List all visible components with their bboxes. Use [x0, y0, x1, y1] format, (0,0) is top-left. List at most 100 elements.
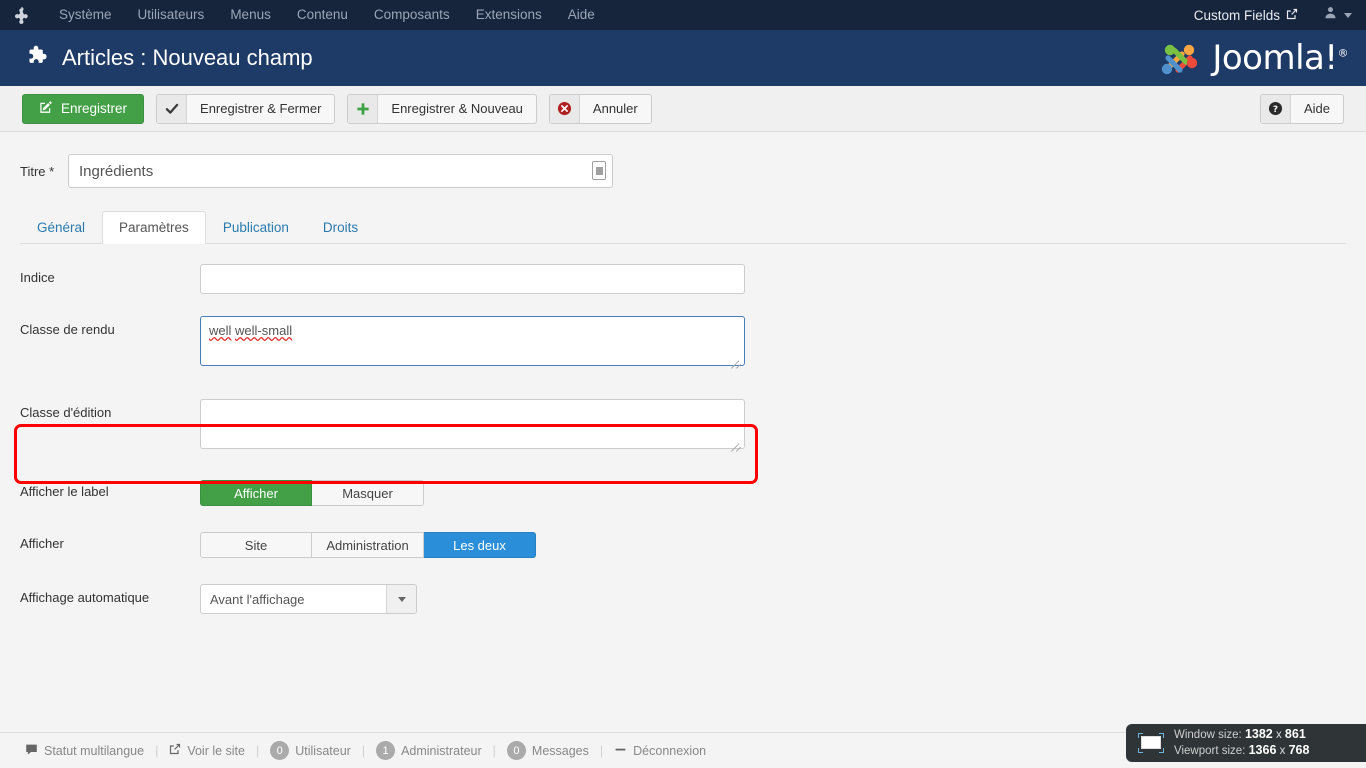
pencil-square-icon — [39, 100, 53, 117]
status-item-statut-multilangue[interactable]: Statut multilangue — [14, 743, 155, 759]
indice-label: Indice — [20, 270, 55, 285]
topnav-item-aide[interactable]: Aide — [555, 0, 608, 30]
question-circle-icon: ? — [1260, 94, 1291, 123]
viewport-size-sep: x — [1279, 745, 1286, 757]
save-button-label: Enregistrer — [61, 101, 128, 116]
help-button-label: Aide — [1303, 101, 1330, 116]
topbar-right-group: Custom Fields — [1194, 0, 1366, 30]
chevron-down-icon-select — [397, 596, 406, 602]
plus-icon — [348, 94, 379, 123]
field-row-afficher: Afficher Site Administration Les deux — [0, 532, 1366, 558]
size-readout: Window size: 1382 x 861 Viewport size: 1… — [1174, 727, 1309, 759]
render-class-label: Classe de rendu — [20, 322, 115, 337]
toolbar: Enregistrer Enregistrer & Fermer Enregis… — [0, 86, 1366, 132]
viewport-size-width: 1366 — [1248, 743, 1277, 757]
status-label-administrateur: Administrateur — [401, 743, 482, 758]
status-item-messages[interactable]: 0 Messages — [496, 741, 600, 760]
help-button[interactable]: ? Aide — [1259, 93, 1344, 124]
field-row-affichage-automatique: Affichage automatique Avant l'affichage — [0, 584, 1366, 614]
external-link-icon — [1286, 8, 1298, 23]
show-label-label: Afficher le label — [20, 484, 109, 499]
save-button[interactable]: Enregistrer — [22, 93, 145, 124]
show-label-option-afficher[interactable]: Afficher — [200, 480, 312, 506]
page-title: Articles : Nouveau champ — [62, 45, 313, 70]
status-badge-administrateur: 1 — [376, 741, 396, 760]
select-dropdown-arrow[interactable] — [386, 585, 416, 613]
tab-publication[interactable]: Publication — [206, 211, 306, 244]
topnav-item-menus[interactable]: Menus — [217, 0, 284, 30]
status-label-deconnexion: Déconnexion — [633, 743, 707, 758]
cancel-button[interactable]: Annuler — [548, 93, 652, 124]
registered-mark: ® — [1337, 46, 1349, 60]
status-label-voir-le-site: Voir le site — [187, 743, 245, 758]
save-new-button-label: Enregistrer & Nouveau — [391, 101, 523, 116]
viewport-size-line: Viewport size: 1366 x 768 — [1174, 743, 1309, 759]
fields-container: Indice Classe de rendu well well-small C… — [0, 264, 1366, 614]
user-icon — [1324, 6, 1337, 24]
window-size-label: Window size: — [1174, 729, 1242, 741]
status-label-utilisateur: Utilisateur — [295, 743, 351, 758]
toolbar-right-group: ? Aide — [1259, 93, 1344, 124]
automatic-display-select[interactable]: Avant l'affichage — [200, 584, 417, 614]
tab-droits[interactable]: Droits — [306, 211, 375, 244]
status-badge-utilisateur: 0 — [270, 741, 290, 760]
screen-size-overlay: Window size: 1382 x 861 Viewport size: 1… — [1126, 724, 1366, 762]
show-label-toggle-group: Afficher Masquer — [200, 480, 424, 506]
display-label: Afficher — [20, 536, 64, 551]
custom-fields-link[interactable]: Custom Fields — [1194, 8, 1324, 23]
minus-icon — [614, 743, 627, 759]
status-item-utilisateur[interactable]: 0 Utilisateur — [259, 741, 362, 760]
display-option-les-deux[interactable]: Les deux — [424, 532, 536, 558]
automatic-display-label: Affichage automatique — [20, 590, 150, 605]
svg-text:?: ? — [1273, 105, 1278, 115]
edit-class-textarea[interactable] — [200, 399, 745, 449]
joomla-logo-text: Joomla!® — [1212, 38, 1348, 78]
window-size-line: Window size: 1382 x 861 — [1174, 727, 1309, 743]
joomla-logo: Joomla!® — [1156, 36, 1366, 80]
render-class-textarea[interactable] — [200, 316, 745, 366]
form-tabs: Général Paramètres Publication Droits — [20, 210, 1346, 244]
page-title-group: Articles : Nouveau champ — [0, 42, 313, 74]
title-input[interactable] — [68, 154, 613, 188]
window-size-height: 861 — [1284, 727, 1306, 741]
monitor-icon — [1138, 733, 1164, 753]
status-label-messages: Messages — [531, 743, 589, 758]
password-manager-icon[interactable] — [592, 161, 606, 180]
title-input-wrap — [68, 154, 613, 188]
display-option-site[interactable]: Site — [200, 532, 312, 558]
window-size-width: 1382 — [1244, 727, 1273, 741]
top-menu-bar: Système Utilisateurs Menus Contenu Compo… — [0, 0, 1366, 30]
viewport-size-label: Viewport size: — [1174, 745, 1246, 757]
save-close-button[interactable]: Enregistrer & Fermer — [156, 93, 336, 124]
external-link-icon-status — [169, 743, 181, 758]
topnav-item-utilisateurs[interactable]: Utilisateurs — [125, 0, 218, 30]
tab-parametres[interactable]: Paramètres — [102, 211, 206, 244]
field-row-afficher-le-label: Afficher le label Afficher Masquer — [0, 480, 1366, 506]
topnav-item-extensions[interactable]: Extensions — [463, 0, 555, 30]
show-label-option-masquer[interactable]: Masquer — [312, 480, 424, 506]
field-row-classe-edition: Classe d'édition — [0, 399, 1366, 454]
viewport-size-height: 768 — [1288, 743, 1310, 757]
topnav-item-contenu[interactable]: Contenu — [284, 0, 361, 30]
user-menu-button[interactable] — [1324, 6, 1352, 24]
status-item-deconnexion[interactable]: Déconnexion — [603, 743, 717, 759]
joomla-mark-icon[interactable] — [0, 0, 46, 30]
render-class-wrap: well well-small — [200, 316, 745, 371]
topnav-item-composants[interactable]: Composants — [361, 0, 463, 30]
speech-bubble-icon — [25, 743, 38, 759]
status-label-multilangue: Statut multilangue — [44, 743, 145, 758]
display-option-administration[interactable]: Administration — [312, 532, 424, 558]
top-menu-nav: Système Utilisateurs Menus Contenu Compo… — [46, 0, 608, 30]
indice-input[interactable] — [200, 264, 745, 294]
display-toggle-group: Site Administration Les deux — [200, 532, 536, 558]
topnav-item-systeme[interactable]: Système — [46, 0, 125, 30]
save-new-button[interactable]: Enregistrer & Nouveau — [347, 93, 537, 124]
edit-class-label: Classe d'édition — [20, 405, 112, 420]
check-icon — [157, 94, 188, 123]
window-size-sep: x — [1275, 729, 1282, 741]
page-subheader: Articles : Nouveau champ Joomla!® — [0, 30, 1366, 86]
tab-general[interactable]: Général — [20, 211, 102, 244]
status-item-voir-le-site[interactable]: Voir le site — [158, 743, 256, 758]
main-content: Titre * Général Paramètres Publication D… — [0, 132, 1366, 632]
status-item-administrateur[interactable]: 1 Administrateur — [365, 741, 493, 760]
